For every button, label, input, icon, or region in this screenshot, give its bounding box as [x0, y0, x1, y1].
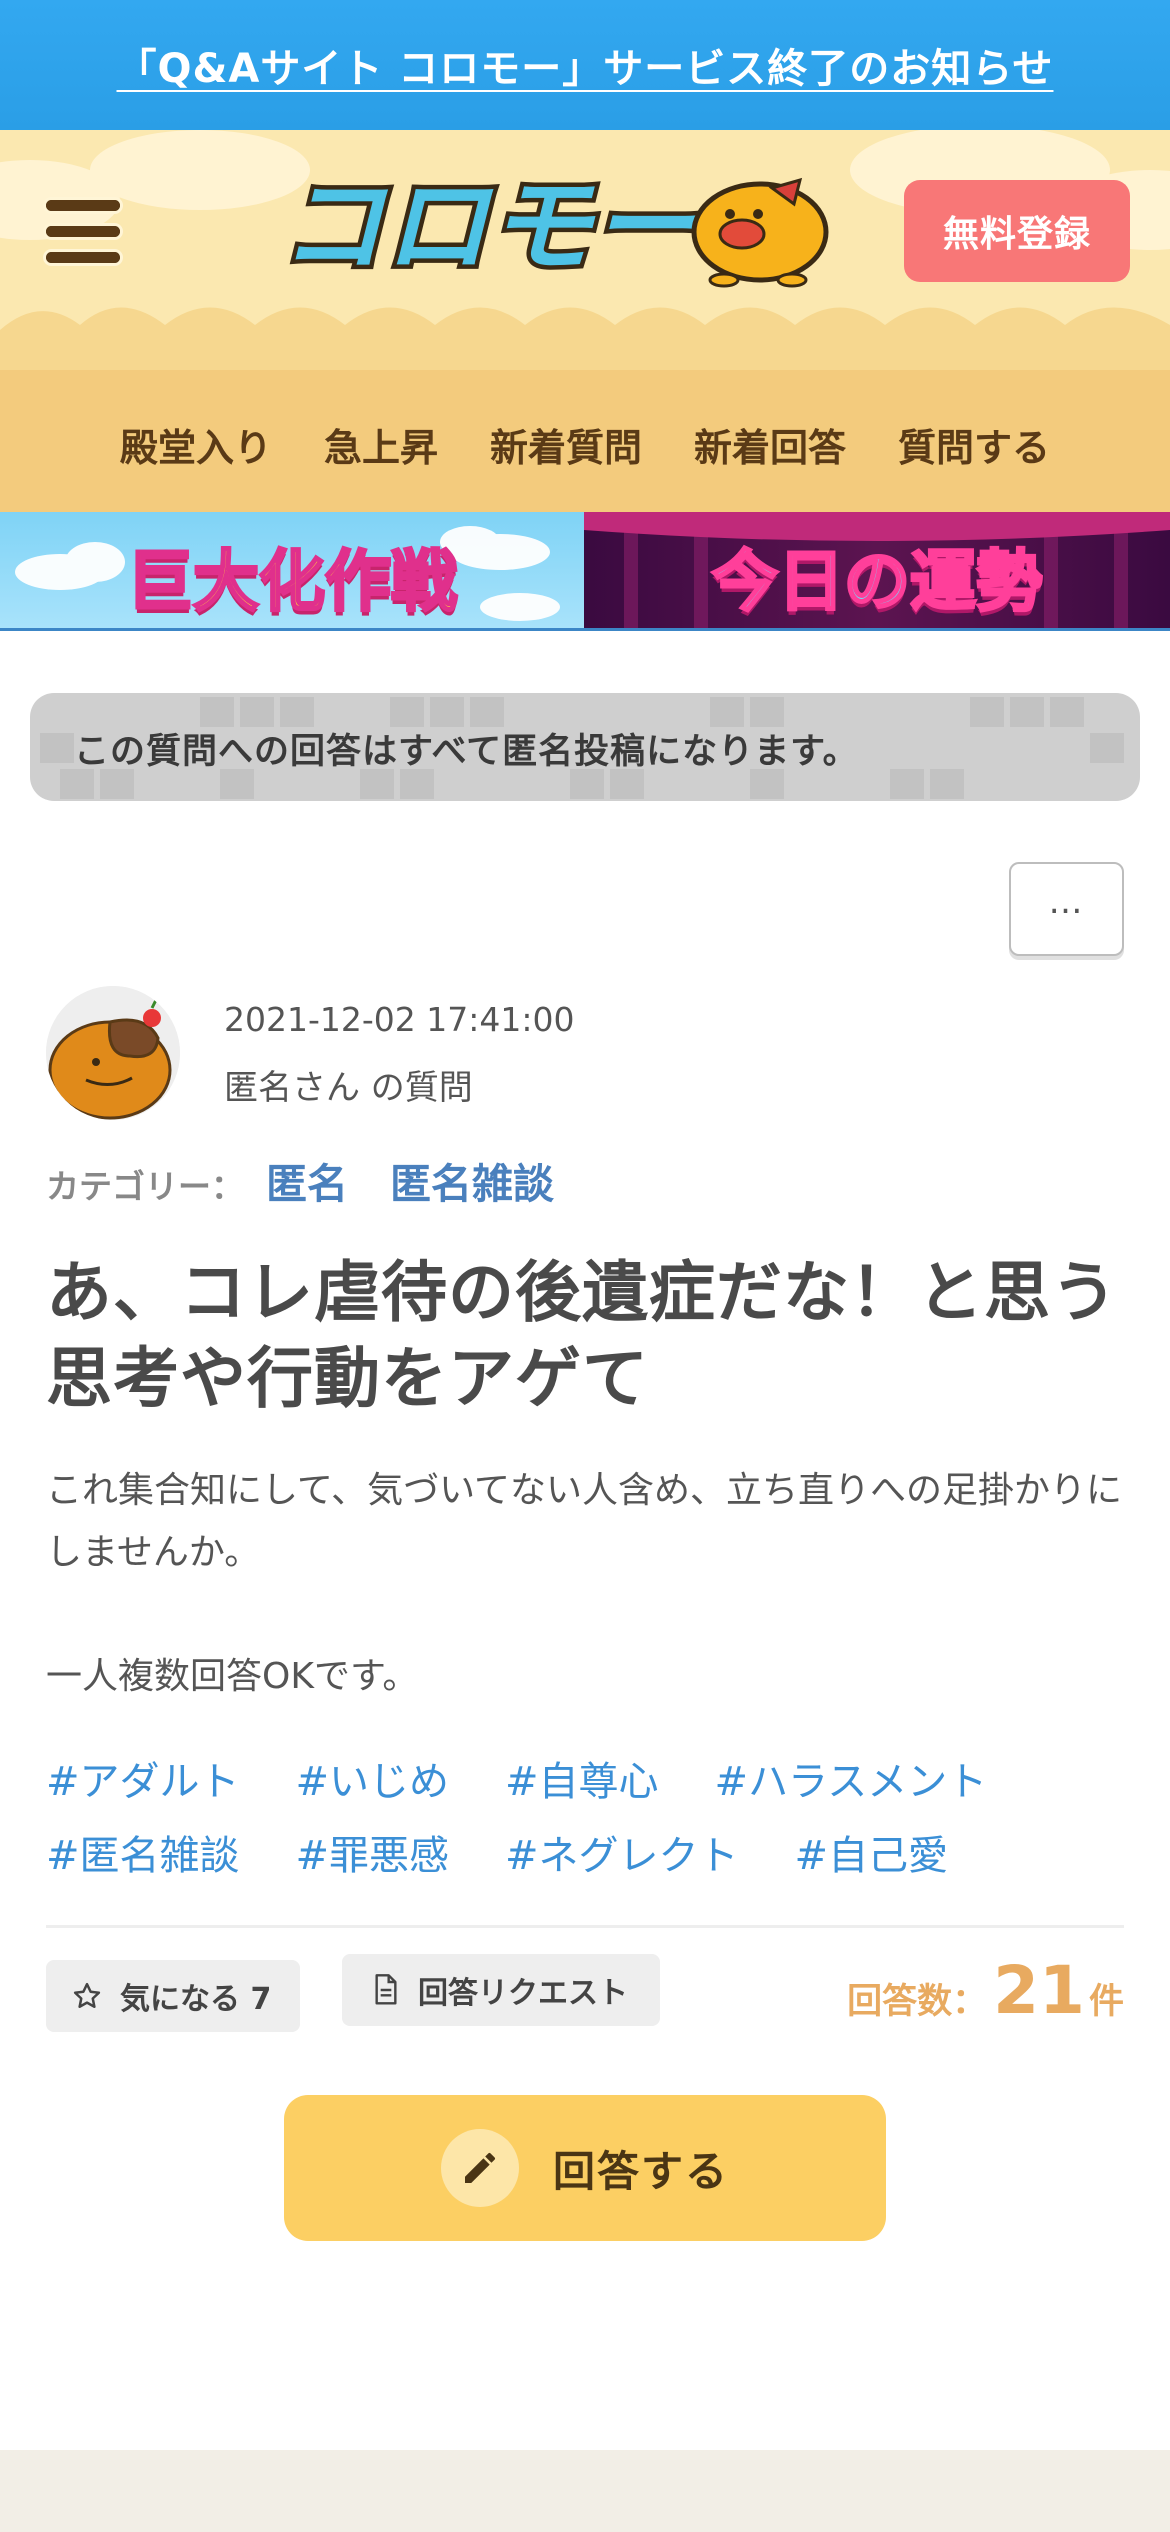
anonymous-notice-box: この質問への回答はすべて匿名投稿になります。 — [30, 693, 1140, 801]
footer-band — [0, 2450, 1170, 2532]
more-dots-icon: … — [1048, 882, 1085, 922]
service-end-notice-bar: 「Q&Aサイト コロモー」サービス終了のお知らせ — [0, 0, 1170, 130]
answer-count-label: 回答数： — [847, 1982, 988, 2022]
tag-link[interactable]: #罪悪感 — [296, 1833, 450, 1879]
category-link-anonymous[interactable]: 匿名 — [266, 1150, 348, 1210]
post-author: 匿名さん の質問 — [224, 1068, 473, 1108]
star-icon — [73, 1982, 101, 2008]
tag-link[interactable]: #ネグレクト — [505, 1833, 739, 1879]
question-body: これ集合知にして、気づいてない人含め、立ち直りへの足掛かりにしませんか。 一人複… — [46, 1460, 1136, 1708]
tag-link[interactable]: #アダルト — [46, 1759, 240, 1805]
avatar — [46, 986, 180, 1120]
nav-item-hall-of-fame[interactable]: 殿堂入り — [120, 417, 272, 472]
banner-giant-strategy[interactable]: 巨大化作戦 — [0, 512, 584, 630]
hamburger-menu-icon[interactable] — [46, 200, 120, 266]
tag-link[interactable]: #自己愛 — [795, 1833, 949, 1879]
answer-count-unit: 件 — [1088, 1982, 1124, 2022]
post-datetime: 2021-12-02 17:41:00 — [224, 1000, 575, 1039]
answer-button[interactable]: 回答する — [284, 2095, 886, 2241]
divider — [46, 1925, 1124, 1928]
logo-text: コロモー — [280, 165, 699, 287]
favorite-button[interactable]: 気になる 7 — [46, 1960, 300, 2032]
favorite-label: 気になる 7 — [120, 1982, 272, 2017]
register-button[interactable]: 無料登録 — [904, 180, 1130, 282]
answer-button-label: 回答する — [552, 2146, 729, 2196]
tag-link[interactable]: #ハラスメント — [715, 1759, 988, 1805]
more-options-button[interactable]: … — [1009, 862, 1124, 956]
service-end-notice-link[interactable]: 「Q&Aサイト コロモー」サービス終了のお知らせ — [117, 36, 1054, 94]
answer-request-button[interactable]: 回答リクエスト — [342, 1954, 660, 2026]
logo-artwork: コロモー — [276, 161, 829, 292]
category-row: カテゴリー： 匿名 匿名雑談 — [46, 1150, 596, 1210]
main-nav: 殿堂入り 急上昇 新着質問 新着回答 質問する — [0, 370, 1170, 512]
banner-right-text: 今日の運勢 — [711, 542, 1044, 622]
question-body-paragraph: 一人複数回答OKです。 — [46, 1656, 419, 1697]
pencil-icon — [440, 2129, 519, 2207]
nav-item-ask-question[interactable]: 質問する — [898, 417, 1050, 472]
question-title: あ、コレ虐待の後遺症だな！と思う思考や行動をアゲて — [46, 1254, 1118, 1417]
answer-count: 回答数： 21 件 — [847, 1952, 1124, 2029]
anonymous-notice-text: この質問への回答はすべて匿名投稿になります。 — [74, 732, 859, 772]
site-logo[interactable]: コロモー — [272, 161, 832, 292]
answer-request-label: 回答リクエスト — [418, 1976, 628, 2011]
banner-left-text: 巨大化作戦 — [126, 542, 459, 622]
mascot-avatar-icon — [46, 986, 180, 1120]
nav-item-new-answers[interactable]: 新着回答 — [694, 417, 846, 472]
banner-divider — [0, 628, 1170, 631]
answer-count-number: 21 — [993, 1952, 1085, 2029]
tag-link[interactable]: #いじめ — [296, 1759, 450, 1805]
document-icon — [375, 1974, 397, 2005]
question-body-paragraph: これ集合知にして、気づいてない人含め、立ち直りへの足掛かりにしませんか。 — [46, 1470, 1123, 1573]
tag-link[interactable]: #自尊心 — [505, 1759, 659, 1805]
tag-link[interactable]: #匿名雑談 — [46, 1833, 240, 1879]
tag-list: #アダルト #いじめ #自尊心 #ハラスメント #匿名雑談 #罪悪感 #ネグレクト #自己愛 — [46, 1745, 1136, 1893]
nav-item-trending[interactable]: 急上昇 — [324, 417, 438, 472]
nav-item-new-questions[interactable]: 新着質問 — [490, 417, 642, 472]
banner-todays-fortune[interactable]: 今日の運勢 — [584, 512, 1170, 630]
category-link-anonymous-chat[interactable]: 匿名雑談 — [390, 1150, 554, 1210]
category-label: カテゴリー： — [46, 1167, 244, 1206]
mascot-icon — [691, 177, 829, 288]
